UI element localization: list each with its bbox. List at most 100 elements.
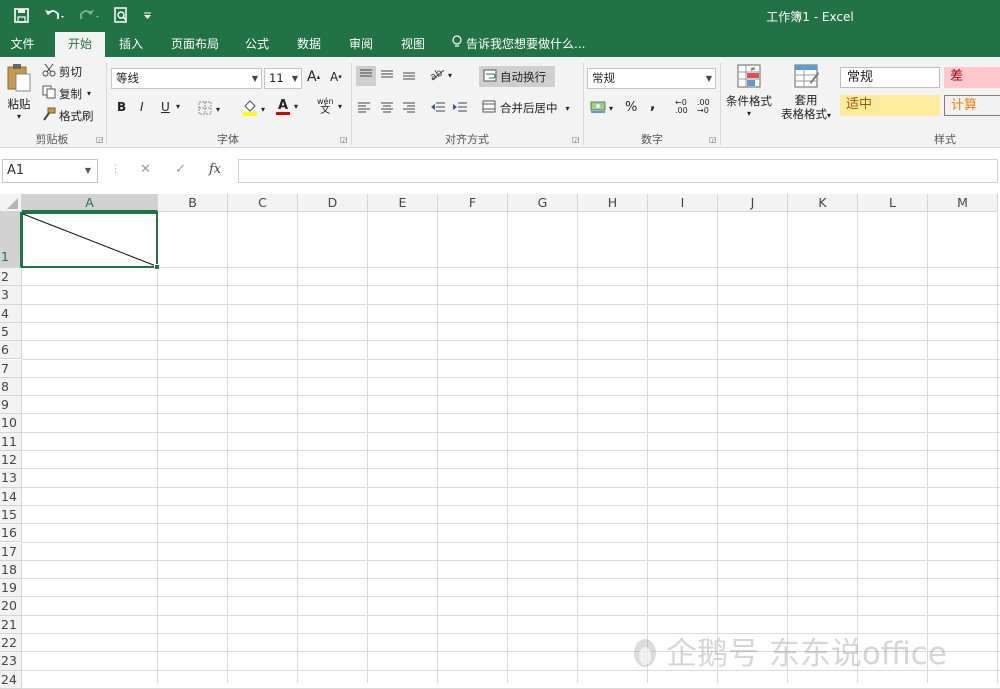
row-header-10[interactable]: 10 bbox=[0, 414, 22, 433]
row-header-5[interactable]: 5 bbox=[0, 322, 22, 342]
format-painter-button[interactable]: 格式刷 bbox=[42, 107, 94, 124]
row-header-23[interactable]: 23 bbox=[0, 652, 22, 671]
row-header-2[interactable]: 2 bbox=[0, 268, 22, 287]
column-header-m[interactable]: M bbox=[928, 194, 998, 212]
row-header-20[interactable]: 20 bbox=[0, 597, 22, 616]
column-header-i[interactable]: I bbox=[648, 194, 718, 212]
number-format-dropdown[interactable]: 常规 ▼ bbox=[587, 68, 716, 89]
cancel-edit-icon[interactable]: ✕ bbox=[140, 162, 151, 177]
insert-function-icon[interactable]: fx bbox=[209, 162, 221, 177]
row-header-22[interactable]: 22 bbox=[0, 634, 22, 653]
fill-handle[interactable] bbox=[154, 264, 160, 270]
tab-view[interactable]: 视图 bbox=[392, 32, 434, 57]
align-middle-button[interactable] bbox=[380, 68, 394, 83]
select-all-button[interactable] bbox=[0, 194, 22, 212]
tab-page-layout[interactable]: 页面布局 bbox=[164, 32, 226, 57]
worksheet-grid[interactable]: ABCDEFGHIJKLM 1 2 3 4 5 6 7 8 9 10 11 12 13 14 15 16 17 1… bbox=[0, 194, 1000, 689]
name-box[interactable]: A1 ▼ bbox=[2, 159, 98, 183]
row-header-4[interactable]: 4 bbox=[0, 304, 22, 323]
row-header-3[interactable]: 3 bbox=[0, 286, 22, 305]
fill-color-button[interactable]: ▾ bbox=[242, 99, 265, 119]
tell-me-box[interactable]: 告诉我您想要做什么... bbox=[452, 32, 585, 57]
row-header-19[interactable]: 19 bbox=[0, 579, 22, 598]
bold-button[interactable]: B bbox=[117, 100, 126, 114]
row-header-14[interactable]: 14 bbox=[0, 487, 22, 506]
tab-review[interactable]: 审阅 bbox=[340, 32, 382, 57]
align-bottom-button[interactable] bbox=[402, 68, 416, 83]
orientation-button[interactable]: ab ▾ bbox=[428, 67, 452, 84]
chevron-down-icon[interactable]: ▾ bbox=[294, 102, 298, 111]
shrink-font-button[interactable]: A ▾ bbox=[330, 70, 342, 84]
row-header-18[interactable]: 18 bbox=[0, 560, 22, 580]
column-header-e[interactable]: E bbox=[368, 194, 438, 212]
row-header-1[interactable]: 1 bbox=[0, 212, 22, 268]
wrap-text-button[interactable]: 自动换行 bbox=[479, 66, 555, 87]
save-icon[interactable] bbox=[10, 4, 32, 26]
column-header-c[interactable]: C bbox=[228, 194, 298, 212]
italic-button[interactable]: I bbox=[140, 100, 144, 114]
copy-button[interactable]: 复制 ▾ bbox=[42, 85, 91, 102]
tab-data[interactable]: 数据 bbox=[288, 32, 330, 57]
decrease-indent-button[interactable] bbox=[430, 101, 446, 116]
comma-button[interactable]: , bbox=[650, 97, 655, 113]
align-top-button[interactable] bbox=[356, 66, 376, 86]
style-normal[interactable]: 常规 bbox=[840, 67, 940, 88]
row-header-24[interactable]: 24 bbox=[0, 670, 22, 689]
percent-button[interactable]: % bbox=[625, 100, 637, 115]
chevron-down-icon[interactable]: ▾ bbox=[338, 102, 342, 111]
column-header-g[interactable]: G bbox=[508, 194, 578, 212]
redo-icon[interactable] bbox=[76, 4, 104, 26]
column-header-a[interactable]: A bbox=[22, 194, 158, 212]
row-header-7[interactable]: 7 bbox=[0, 359, 22, 378]
column-header-k[interactable]: K bbox=[788, 194, 858, 212]
underline-button[interactable]: U bbox=[161, 100, 170, 114]
undo-icon[interactable] bbox=[40, 4, 70, 26]
number-launcher-icon[interactable]: ◲ bbox=[709, 135, 717, 144]
formula-input[interactable] bbox=[238, 159, 998, 183]
style-bad[interactable]: 差 bbox=[944, 67, 1000, 88]
tab-home[interactable]: 开始 bbox=[55, 32, 105, 57]
row-header-21[interactable]: 21 bbox=[0, 615, 22, 634]
increase-indent-button[interactable] bbox=[452, 101, 468, 116]
decrease-decimal-button[interactable]: .00 →0 bbox=[697, 99, 717, 115]
font-size-dropdown[interactable]: 11 ▼ bbox=[264, 68, 302, 89]
clipboard-launcher-icon[interactable]: ◲ bbox=[96, 135, 104, 144]
row-header-13[interactable]: 13 bbox=[0, 469, 22, 488]
active-cell-a1[interactable] bbox=[21, 212, 158, 268]
borders-button[interactable]: ▾ bbox=[198, 101, 220, 118]
column-header-b[interactable]: B bbox=[158, 194, 228, 212]
column-header-l[interactable]: L bbox=[858, 194, 928, 212]
row-header-9[interactable]: 9 bbox=[0, 396, 22, 415]
row-header-8[interactable]: 8 bbox=[0, 377, 22, 397]
font-color-button[interactable]: A bbox=[276, 99, 290, 115]
align-right-button[interactable] bbox=[402, 101, 416, 116]
tab-insert[interactable]: 插入 bbox=[110, 32, 152, 57]
chevron-down-icon[interactable]: ▾ bbox=[176, 102, 180, 111]
row-header-12[interactable]: 12 bbox=[0, 451, 22, 470]
paste-button[interactable]: 粘贴 ▾ bbox=[4, 63, 34, 121]
row-header-16[interactable]: 16 bbox=[0, 524, 22, 543]
tab-formulas[interactable]: 公式 bbox=[236, 32, 278, 57]
accounting-format-button[interactable]: ▾ bbox=[590, 100, 613, 117]
customize-icon[interactable] bbox=[140, 4, 154, 26]
merge-center-button[interactable]: 合并后居中 ▾ bbox=[482, 100, 570, 116]
phonetic-button[interactable]: wén 文 bbox=[317, 97, 334, 116]
font-launcher-icon[interactable]: ◲ bbox=[340, 135, 348, 144]
font-name-dropdown[interactable]: 等线 ▼ bbox=[111, 68, 262, 89]
row-header-15[interactable]: 15 bbox=[0, 505, 22, 525]
format-as-table-button[interactable]: 套用 表格格式▾ bbox=[777, 62, 835, 123]
row-header-6[interactable]: 6 bbox=[0, 341, 22, 360]
column-header-h[interactable]: H bbox=[578, 194, 648, 212]
align-center-button[interactable] bbox=[380, 101, 394, 116]
increase-decimal-button[interactable]: ←0 .00 bbox=[675, 99, 695, 115]
confirm-edit-icon[interactable]: ✓ bbox=[175, 162, 186, 177]
conditional-formatting-button[interactable]: ≠ 条件格式 ▾ bbox=[724, 62, 774, 118]
column-header-d[interactable]: D bbox=[298, 194, 368, 212]
style-calculation[interactable]: 计算 bbox=[944, 95, 1000, 116]
row-header-17[interactable]: 17 bbox=[0, 542, 22, 561]
column-header-j[interactable]: J bbox=[718, 194, 788, 212]
cut-button[interactable]: 剪切 bbox=[42, 63, 82, 80]
alignment-launcher-icon[interactable]: ◲ bbox=[572, 135, 580, 144]
row-header-11[interactable]: 11 bbox=[0, 432, 22, 451]
align-left-button[interactable] bbox=[357, 101, 371, 116]
